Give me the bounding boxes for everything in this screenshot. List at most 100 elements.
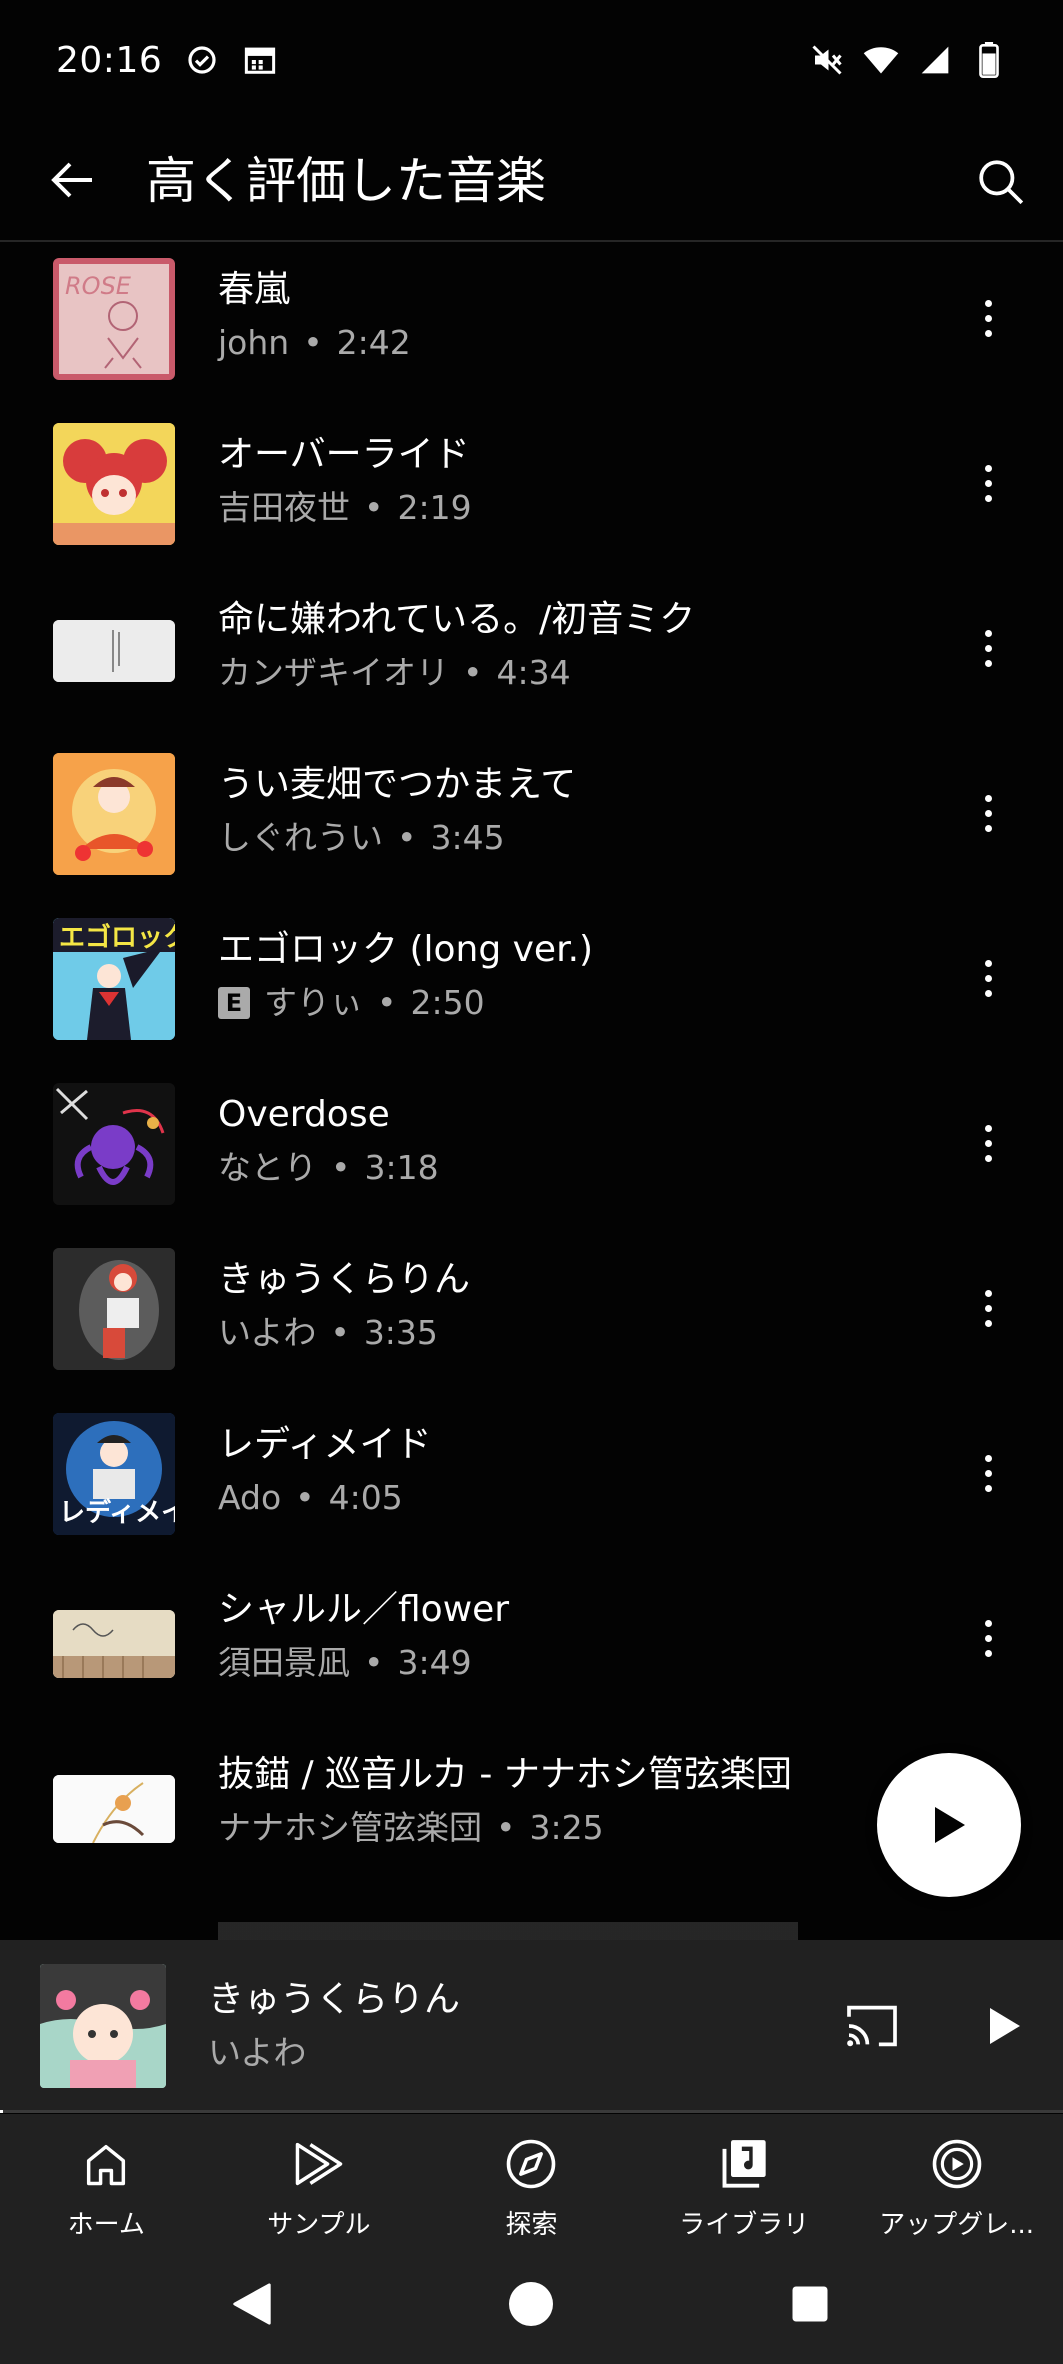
svg-text:レディメイド: レディメイド	[59, 1497, 175, 1528]
song-subtitle: E すりぃ • 2:50	[218, 982, 485, 1024]
song-row[interactable]: きゅうくらりん いよわ • 3:35	[0, 1234, 1063, 1399]
search-icon	[979, 160, 1024, 205]
more-vert-icon	[984, 794, 992, 832]
mini-player[interactable]: きゅうくらりん いよわ	[0, 1940, 1063, 2113]
song-row[interactable]: Overdose なとり • 3:18	[0, 1069, 1063, 1234]
more-options-button[interactable]	[960, 445, 1016, 521]
check-circle-icon	[184, 42, 220, 78]
song-subtitle: しぐれうい • 3:45	[218, 817, 505, 859]
song-subtitle: 吉田夜世 • 2:19	[218, 487, 472, 529]
song-subtitle: なとり • 3:18	[218, 1147, 439, 1189]
now-playing-artist: いよわ	[208, 2033, 307, 2072]
page-title: 高く評価した音楽	[146, 152, 546, 210]
more-options-button[interactable]	[960, 1105, 1016, 1181]
status-bar: 20:16	[0, 0, 1063, 120]
more-vert-icon	[984, 1454, 992, 1492]
separator: •	[330, 1313, 350, 1352]
song-title: うい麦畑でつかまえて	[218, 764, 577, 805]
song-duration: 2:50	[410, 983, 485, 1022]
system-home-button[interactable]	[501, 2274, 561, 2334]
nav-samples[interactable]: サンプル	[213, 2114, 426, 2244]
album-art: ROSE	[53, 258, 175, 380]
partial-row-clip	[218, 1922, 818, 1940]
more-vert-icon	[984, 299, 992, 337]
arrow-left-icon	[51, 162, 92, 198]
nav-explore[interactable]: 探索	[425, 2114, 638, 2244]
more-vert-icon	[984, 1619, 992, 1657]
song-subtitle: カンザキイオリ • 4:34	[218, 652, 571, 694]
system-nav	[0, 2244, 1063, 2364]
song-row[interactable]: エゴロック エゴロック (long ver.) E すりぃ • 2:50	[0, 904, 1063, 1069]
signal-icon	[917, 42, 953, 78]
separator: •	[463, 653, 483, 692]
album-art	[53, 423, 175, 545]
battery-icon	[971, 42, 1007, 78]
song-subtitle: john • 2:42	[218, 322, 411, 364]
play-all-button[interactable]	[877, 1753, 1021, 1897]
song-row[interactable]: ROSE 春嵐 john • 2:42	[0, 244, 1063, 409]
song-list: ROSE 春嵐 john • 2:42 オーバーライド 吉田夜世 • 2:19 命に嫌わ…	[0, 244, 1063, 1940]
song-duration: 3:25	[529, 1808, 604, 1847]
song-row-partial[interactable]	[0, 1894, 1063, 1940]
nav-label: アップグレ...	[879, 2210, 1035, 2240]
cast-button[interactable]	[840, 1994, 904, 2058]
more-options-button[interactable]	[960, 280, 1016, 356]
more-vert-icon	[984, 959, 992, 997]
song-duration: 3:18	[364, 1148, 439, 1187]
more-vert-icon	[984, 1289, 992, 1327]
song-artist: すりぃ	[264, 983, 363, 1022]
nav-home[interactable]: ホーム	[0, 2114, 213, 2244]
status-time: 20:16	[56, 39, 163, 81]
separator: •	[303, 323, 323, 362]
song-title: エゴロック (long ver.)	[218, 929, 594, 970]
song-artist: john	[218, 323, 290, 362]
more-options-button[interactable]	[960, 1270, 1016, 1346]
more-options-button[interactable]	[960, 940, 1016, 1016]
playback-progress[interactable]	[0, 2110, 1063, 2113]
song-duration: 2:42	[336, 323, 411, 362]
song-row[interactable]: レディメイド レディメイド Ado • 4:05	[0, 1399, 1063, 1564]
song-duration: 4:05	[328, 1478, 403, 1517]
system-back-button[interactable]	[222, 2274, 282, 2334]
play-icon	[935, 1807, 965, 1843]
separator: •	[397, 818, 417, 857]
back-button[interactable]	[36, 150, 108, 210]
nav-library[interactable]: ライブラリ	[638, 2114, 851, 2244]
song-row[interactable]: 命に嫌われている。/初音ミク カンザキイオリ • 4:34	[0, 574, 1063, 739]
nav-label: 探索	[505, 2210, 558, 2240]
song-title: きゅうくらりん	[218, 1259, 471, 1300]
more-options-button[interactable]	[960, 775, 1016, 851]
song-artist: 須田景凪	[218, 1643, 350, 1682]
song-subtitle: Ado • 4:05	[218, 1477, 403, 1519]
song-duration: 3:49	[397, 1643, 472, 1682]
search-button[interactable]	[965, 146, 1037, 218]
separator: •	[377, 983, 397, 1022]
upgrade-icon	[929, 2136, 985, 2192]
song-duration: 2:19	[397, 488, 472, 527]
more-options-button[interactable]	[960, 610, 1016, 686]
playback-progress-fill	[0, 2110, 4, 2113]
song-title: 命に嫌われている。/初音ミク	[218, 599, 696, 640]
song-title: シャルル／flower	[218, 1589, 510, 1630]
song-subtitle: 須田景凪 • 3:49	[218, 1642, 472, 1684]
nav-upgrade[interactable]: アップグレ...	[850, 2114, 1063, 2244]
separator: •	[496, 1808, 516, 1847]
samples-icon	[291, 2136, 347, 2192]
album-art	[53, 753, 175, 875]
now-playing-title: きゅうくらりん	[208, 1979, 461, 2020]
more-vert-icon	[984, 629, 992, 667]
song-artist: なとり	[218, 1148, 317, 1187]
song-artist: しぐれうい	[218, 818, 383, 857]
song-artist: 吉田夜世	[218, 488, 350, 527]
album-art: エゴロック	[53, 918, 175, 1040]
separator: •	[364, 488, 384, 527]
more-options-button[interactable]	[960, 1600, 1016, 1676]
mini-player-play-button[interactable]	[972, 1994, 1036, 2058]
system-recents-button[interactable]	[780, 2274, 840, 2334]
triangle-back-icon	[233, 2283, 271, 2325]
cast-icon	[847, 2005, 897, 2047]
song-row[interactable]: オーバーライド 吉田夜世 • 2:19	[0, 409, 1063, 574]
song-row[interactable]: うい麦畑でつかまえて しぐれうい • 3:45	[0, 739, 1063, 904]
song-row[interactable]: シャルル／flower 須田景凪 • 3:49	[0, 1564, 1063, 1729]
more-options-button[interactable]	[960, 1435, 1016, 1511]
